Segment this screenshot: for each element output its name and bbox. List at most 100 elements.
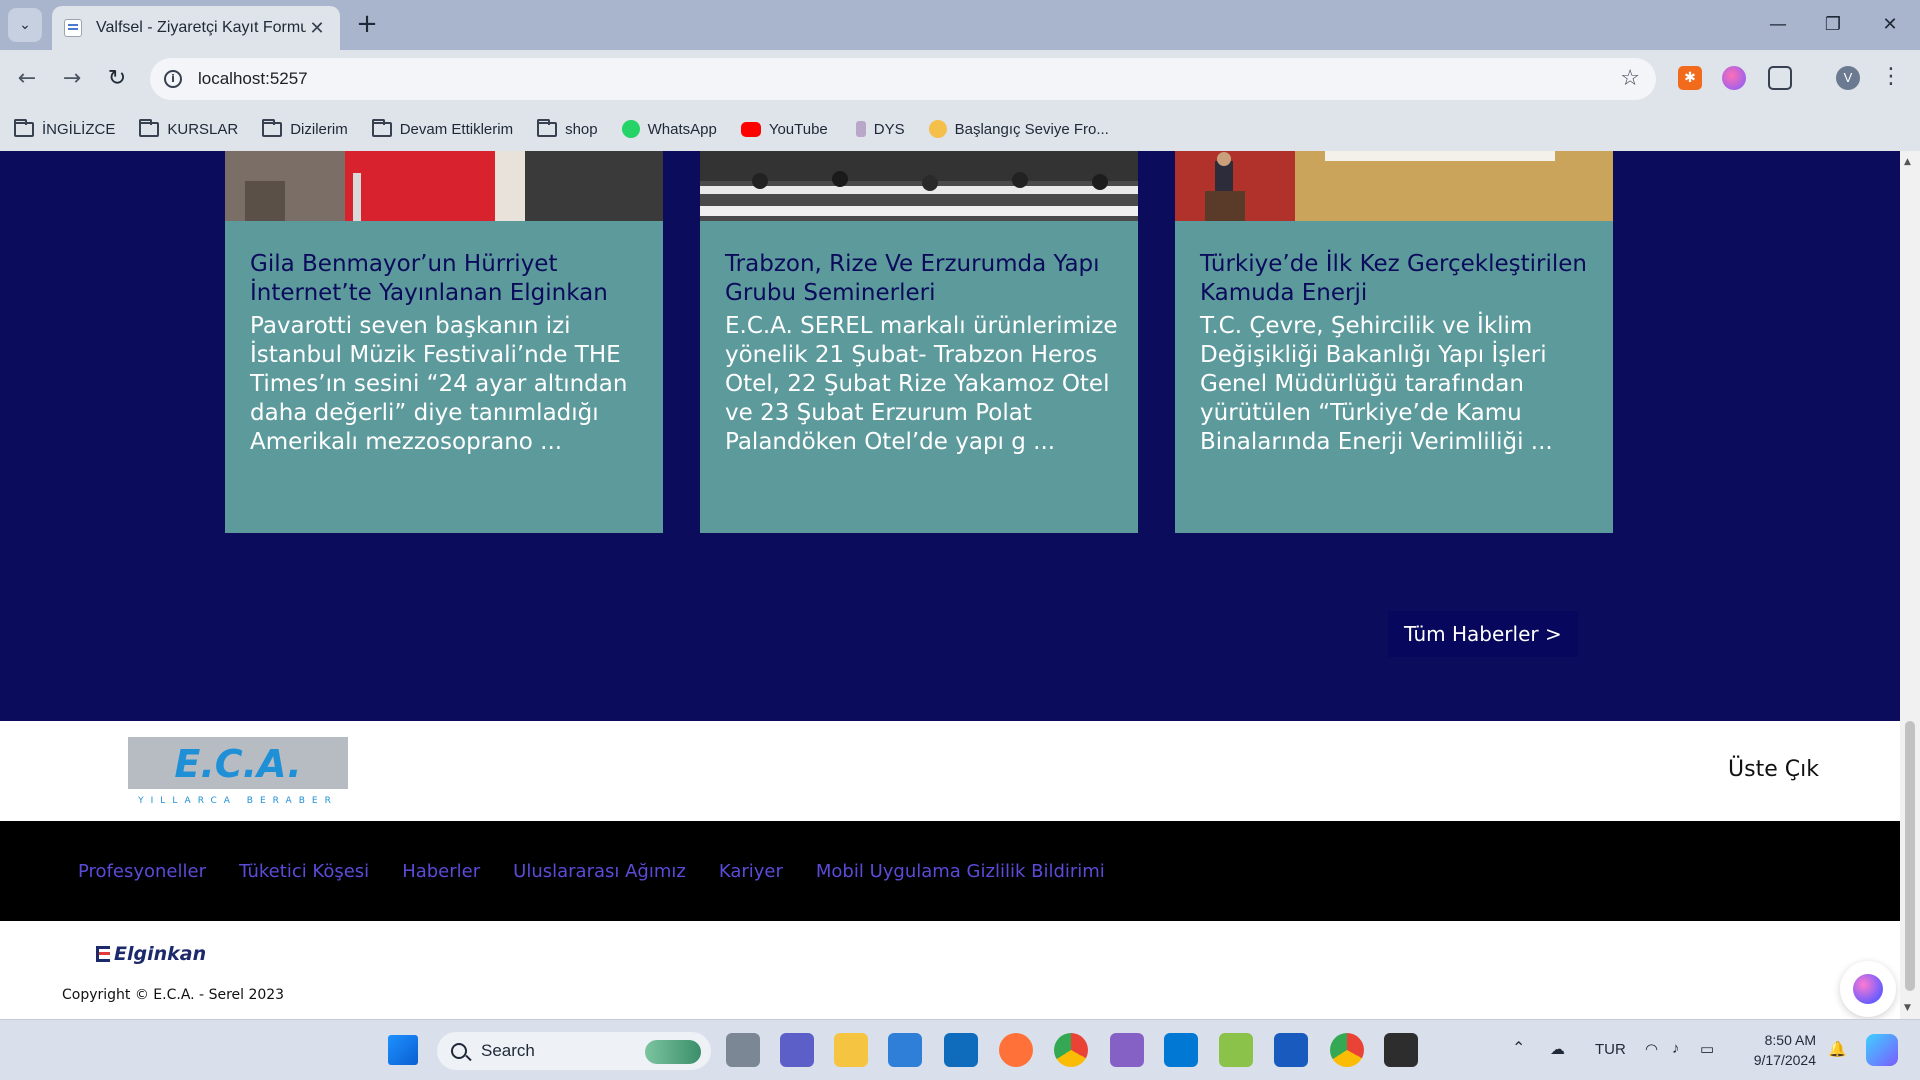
bookmark-label: Dizilerim xyxy=(290,120,348,138)
bookmark-shop[interactable]: shop xyxy=(537,118,598,138)
copyright-text: Copyright © E.C.A. - Serel 2023 xyxy=(62,987,285,1003)
youtube-icon xyxy=(740,121,761,137)
news-card-title[interactable]: Türkiye’de İlk Kez Gerçekleştirilen Kamu… xyxy=(1200,250,1600,308)
ai-assistant-button[interactable] xyxy=(1840,961,1896,1017)
bookmark-youtube[interactable]: YouTube xyxy=(740,121,828,138)
browser-toolbar: ← → ↻ i localhost:5257 ☆ ✱ V ⋮ xyxy=(0,50,1920,107)
folder-icon xyxy=(371,118,392,137)
tab-search-button[interactable]: ⌄ xyxy=(8,8,42,42)
back-to-top-link[interactable]: Üste Çık xyxy=(1728,757,1819,782)
reload-icon[interactable]: ↻ xyxy=(100,62,134,96)
eca-logo-tagline: YILLARCA BERABER xyxy=(137,796,338,806)
footer-link-uluslararasi-agimiz[interactable]: Uluslararası Ağımız xyxy=(513,861,686,882)
vscode-icon[interactable] xyxy=(1164,1033,1198,1067)
eca-logo[interactable]: E.C.A. YILLARCA BERABER xyxy=(128,737,348,807)
extensions-puzzle-icon[interactable] xyxy=(1768,66,1792,90)
profile-avatar[interactable]: V xyxy=(1836,66,1860,90)
terminal-icon[interactable] xyxy=(1384,1033,1418,1067)
clock-time: 8:50 AM xyxy=(1764,1032,1816,1048)
word-icon[interactable] xyxy=(1274,1033,1308,1067)
bookmark-ingilizce[interactable]: İNGİLİZCE xyxy=(14,118,116,138)
windows-start-icon[interactable] xyxy=(388,1035,418,1065)
bookmark-devam-ettiklerim[interactable]: Devam Ettiklerim xyxy=(371,118,514,138)
bookmark-label: Devam Ettiklerim xyxy=(399,120,514,138)
bookmark-kurslar[interactable]: KURSLAR xyxy=(139,118,239,138)
bookmark-dys[interactable]: DYS xyxy=(852,121,905,138)
bookmark-dizilerim[interactable]: Dizilerim xyxy=(262,118,348,138)
new-tab-button[interactable]: + xyxy=(352,10,382,40)
page-viewport: Gila Benmayor’un Hürriyet İnternet’te Ya… xyxy=(0,151,1900,1019)
site-info-icon[interactable]: i xyxy=(164,70,182,88)
chrome-icon[interactable] xyxy=(1054,1033,1088,1067)
tab-close-icon[interactable]: ✕ xyxy=(306,18,328,39)
scroll-down-arrow-icon[interactable]: ▼ xyxy=(1904,1003,1911,1013)
firefox-icon[interactable] xyxy=(999,1033,1033,1067)
ai-brain-icon xyxy=(1853,974,1883,1004)
bookmarks-bar: İNGİLİZCE KURSLAR Dizilerim Devam Ettikl… xyxy=(0,107,1920,151)
chevron-down-icon: ⌄ xyxy=(19,17,31,33)
dys-icon xyxy=(855,121,866,137)
file-explorer-icon[interactable] xyxy=(834,1033,868,1067)
page-scrollbar[interactable]: ▲ ▼ xyxy=(1900,151,1920,1019)
bookmark-label: İNGİLİZCE xyxy=(42,120,116,138)
elginkan-mark-icon xyxy=(96,946,110,962)
news-card[interactable]: Türkiye’de İlk Kez Gerçekleştirilen Kamu… xyxy=(1175,151,1613,533)
eca-logo-text: E.C.A. xyxy=(174,742,301,786)
taskbar-search[interactable]: Search xyxy=(437,1032,711,1070)
whatsapp-icon xyxy=(621,120,640,138)
browser-tab[interactable]: Valfsel - Ziyaretçi Kayıt Formu ✕ xyxy=(52,6,340,50)
bookmark-baslangic-seviye[interactable]: Başlangıç Seviye Fro... xyxy=(928,120,1109,138)
wifi-icon[interactable]: ◠ xyxy=(1645,1040,1658,1058)
address-bar[interactable]: i localhost:5257 ☆ xyxy=(150,58,1656,100)
scroll-up-arrow-icon[interactable]: ▲ xyxy=(1904,157,1911,167)
task-view-icon[interactable] xyxy=(726,1033,760,1067)
copilot-icon[interactable] xyxy=(1866,1034,1898,1066)
extension-orange-icon[interactable]: ✱ xyxy=(1678,66,1702,90)
notepadpp-icon[interactable] xyxy=(1219,1033,1253,1067)
footer-link-profesyoneller[interactable]: Profesyoneller xyxy=(78,861,206,882)
forward-arrow-icon[interactable]: → xyxy=(55,62,89,96)
tray-overflow-chevron-icon[interactable]: ⌃ xyxy=(1512,1038,1525,1058)
url-text[interactable]: localhost:5257 xyxy=(198,69,308,89)
search-icon xyxy=(451,1043,467,1059)
system-clock[interactable]: 8:50 AM 9/17/2024 xyxy=(1740,1030,1816,1070)
news-card[interactable]: Gila Benmayor’un Hürriyet İnternet’te Ya… xyxy=(225,151,663,533)
mail-icon[interactable] xyxy=(888,1033,922,1067)
clock-date: 9/17/2024 xyxy=(1753,1052,1816,1068)
scroll-thumb[interactable] xyxy=(1905,721,1915,991)
outlook-icon[interactable] xyxy=(944,1033,978,1067)
back-arrow-icon[interactable]: ← xyxy=(10,62,44,96)
elginkan-logo[interactable]: Elginkan xyxy=(96,943,206,965)
search-highlight-icon xyxy=(645,1040,701,1064)
footer-link-tuketici-kosesi[interactable]: Tüketici Köşesi xyxy=(239,861,369,882)
all-news-button[interactable]: Tüm Haberler > xyxy=(1388,611,1578,657)
bookmark-whatsapp[interactable]: WhatsApp xyxy=(621,120,717,138)
news-section: Gila Benmayor’un Hürriyet İnternet’te Ya… xyxy=(0,151,1900,721)
bookmark-star-icon[interactable]: ☆ xyxy=(1620,66,1640,91)
browser-menu-icon[interactable]: ⋮ xyxy=(1880,62,1902,92)
minimize-button[interactable]: — xyxy=(1760,10,1796,40)
news-card-title[interactable]: Trabzon, Rize Ve Erzurumda Yapı Grubu Se… xyxy=(725,250,1125,308)
close-window-button[interactable]: ✕ xyxy=(1872,10,1908,40)
footer-link-kariyer[interactable]: Kariyer xyxy=(719,861,783,882)
onedrive-icon[interactable]: ☁ xyxy=(1550,1040,1565,1058)
news-card[interactable]: Trabzon, Rize Ve Erzurumda Yapı Grubu Se… xyxy=(700,151,1138,533)
language-indicator[interactable]: TUR xyxy=(1595,1041,1626,1058)
folder-icon xyxy=(537,118,558,137)
bookmark-label: KURSLAR xyxy=(167,120,239,138)
news-card-title[interactable]: Gila Benmayor’un Hürriyet İnternet’te Ya… xyxy=(250,250,650,308)
notification-bell-icon[interactable]: 🔔 xyxy=(1828,1040,1847,1058)
bookmark-label: Başlangıç Seviye Fro... xyxy=(954,120,1109,138)
volume-icon[interactable]: ♪ xyxy=(1672,1040,1680,1057)
battery-icon[interactable]: ▭ xyxy=(1700,1040,1714,1058)
circle-icon xyxy=(928,120,947,138)
restore-button[interactable]: ❐ xyxy=(1815,10,1851,40)
teams-icon[interactable] xyxy=(780,1033,814,1067)
footer-bottom: Elginkan Copyright © E.C.A. - Serel 2023 xyxy=(0,921,1900,1019)
visual-studio-icon[interactable] xyxy=(1110,1033,1144,1067)
chrome-profile-icon[interactable] xyxy=(1330,1033,1364,1067)
bookmark-label: WhatsApp xyxy=(647,120,717,138)
footer-link-mobil-gizlilik[interactable]: Mobil Uygulama Gizlilik Bildirimi xyxy=(816,861,1105,882)
extension-ai-icon[interactable] xyxy=(1722,66,1746,90)
footer-link-haberler[interactable]: Haberler xyxy=(402,861,480,882)
